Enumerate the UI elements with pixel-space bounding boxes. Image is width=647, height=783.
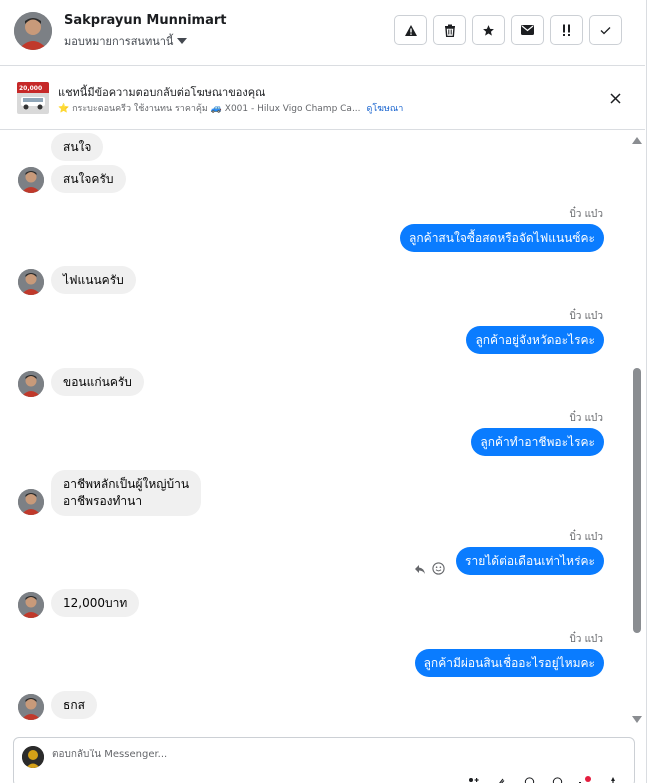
- assign-conversation-dropdown[interactable]: มอบหมายการสนทนานี้: [64, 32, 188, 50]
- ad-banner-title: แชทนี้มีข้อความตอบกลับต่อโฆษณาของคุณ: [58, 86, 266, 99]
- ad-subtitle-row: ⭐ กระบะดอนครีว ใช้งานทน ราคาคุ้ม 🚙 X001 …: [58, 101, 403, 115]
- view-ad-link[interactable]: ดูโฆษณา: [367, 101, 404, 115]
- message-input[interactable]: [52, 749, 572, 760]
- composer-toolbar: [464, 775, 622, 783]
- incoming-message[interactable]: สนใจ: [51, 133, 104, 161]
- outgoing-message[interactable]: ลูกค้าสนใจซื้อสดหรือจัดไฟแนนซ์คะ: [400, 224, 604, 252]
- sender-name: บิ๋ว แบ๋ว: [569, 311, 603, 322]
- paperclip-icon: [499, 778, 505, 783]
- envelope-icon: [521, 25, 534, 35]
- scroll-down-arrow-icon[interactable]: [632, 716, 642, 723]
- reply-composer: [13, 737, 635, 783]
- outgoing-message[interactable]: ลูกค้ามีผ่อนสินเชื่ออะไรอยู่ไหมคะ: [414, 649, 604, 677]
- contact-avatar[interactable]: [14, 12, 52, 50]
- check-icon: [600, 26, 611, 34]
- reply-icon: [415, 565, 425, 574]
- contact-avatar-small: [18, 269, 44, 295]
- message-line: อาชีพหลักเป็นผู้ใหญ่บ้าน: [63, 477, 190, 491]
- mark-done-button[interactable]: [589, 15, 622, 45]
- ad-thumb-label: 20,000: [19, 85, 42, 92]
- pin-icon: [611, 777, 615, 783]
- trash-icon: [444, 24, 455, 37]
- smiley-icon: [432, 562, 445, 575]
- contact-avatar-small: [18, 167, 44, 193]
- like-button[interactable]: [576, 775, 594, 783]
- react-button[interactable]: [432, 560, 445, 579]
- contact-name[interactable]: Sakprayun Munnimart: [64, 13, 226, 28]
- incoming-message[interactable]: 12,000บาท: [51, 589, 140, 617]
- double-exclamation-icon: [562, 24, 570, 36]
- page-avatar: [22, 746, 44, 768]
- header-actions: [394, 15, 622, 45]
- close-icon: [609, 92, 621, 104]
- contact-avatar-small: [18, 694, 44, 720]
- message-thread: สนใจ สนใจครับ บิ๋ว แบ๋ว ลูกค้าสนใจซื้อสด…: [0, 131, 645, 726]
- attach-button[interactable]: [492, 775, 510, 783]
- people-add-icon: [469, 778, 479, 782]
- assign-label: มอบหมายการสนทนานี้: [64, 35, 174, 48]
- ad-thumbnail[interactable]: 20,000: [17, 82, 49, 114]
- ad-description: ⭐ กระบะดอนครีว ใช้งานทน ราคาคุ้ม 🚙 X001 …: [58, 104, 361, 114]
- emoji-icon: [524, 777, 534, 783]
- follow-up-button[interactable]: [550, 15, 583, 45]
- incoming-message[interactable]: อาชีพหลักเป็นผู้ใหญ่บ้าน อาชีพรองทำนา: [51, 470, 202, 516]
- contact-avatar-small: [18, 489, 44, 515]
- sticker-icon: [552, 777, 562, 783]
- contact-avatar-small: [18, 371, 44, 397]
- contact-avatar-small: [18, 592, 44, 618]
- outgoing-message[interactable]: รายได้ต่อเดือนเท่าไหร่คะ: [456, 547, 604, 575]
- star-button[interactable]: [472, 15, 505, 45]
- sticker-button[interactable]: [548, 775, 566, 783]
- close-banner-button[interactable]: [605, 88, 625, 108]
- messenger-conversation-panel: Sakprayun Munnimart มอบหมายการสนทนานี้ 2…: [0, 0, 647, 783]
- mark-unread-button[interactable]: [511, 15, 544, 45]
- outgoing-message[interactable]: ลูกค้าอยู่จังหวัดอะไรคะ: [466, 326, 604, 354]
- reply-button[interactable]: [414, 560, 426, 579]
- scroll-up-arrow-icon[interactable]: [632, 137, 642, 144]
- warning-icon: [404, 24, 417, 36]
- caret-down-icon: [177, 38, 188, 44]
- more-options-button[interactable]: [604, 775, 622, 783]
- conversation-header: Sakprayun Munnimart มอบหมายการสนทนานี้: [0, 0, 645, 66]
- message-line: อาชีพรองทำนา: [63, 494, 143, 508]
- sender-name: บิ๋ว แบ๋ว: [569, 532, 603, 543]
- saved-replies-button[interactable]: [464, 775, 482, 783]
- sender-name: บิ๋ว แบ๋ว: [569, 209, 603, 220]
- outgoing-message[interactable]: ลูกค้าทำอาชีพอะไรคะ: [471, 428, 604, 456]
- ad-reply-banner: 20,000 แชทนี้มีข้อความตอบกลับต่อโฆษณาของ…: [0, 67, 645, 130]
- message-hover-tools: [414, 560, 445, 579]
- emoji-button[interactable]: [520, 775, 538, 783]
- report-button[interactable]: [394, 15, 427, 45]
- thumbs-up-icon: [579, 776, 591, 783]
- incoming-message[interactable]: ไฟแนนครับ: [51, 266, 136, 294]
- sender-name: บิ๋ว แบ๋ว: [569, 634, 603, 645]
- delete-button[interactable]: [433, 15, 466, 45]
- sender-name: บิ๋ว แบ๋ว: [569, 413, 603, 424]
- incoming-message[interactable]: สนใจครับ: [51, 165, 126, 193]
- incoming-message[interactable]: ขอนแก่นครับ: [51, 368, 144, 396]
- incoming-message[interactable]: ธกส: [51, 691, 97, 719]
- star-icon: [483, 24, 494, 36]
- scrollbar-thumb[interactable]: [633, 368, 641, 633]
